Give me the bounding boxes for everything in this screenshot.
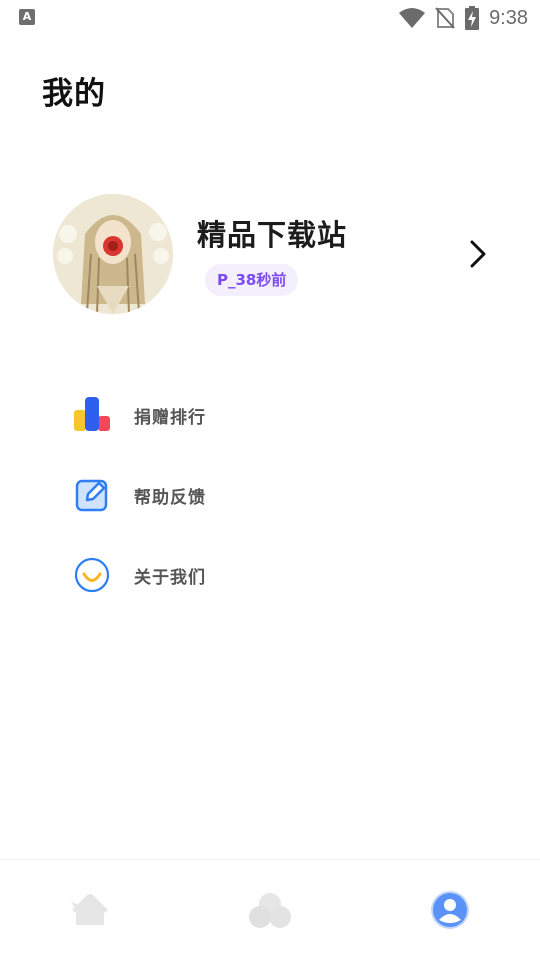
notification-app-icon: A [19, 9, 35, 25]
wifi-icon [399, 8, 426, 28]
status-time: 9:38 [489, 6, 528, 29]
page-title: 我的 [42, 76, 106, 112]
status-bar: A 9:38 [0, 0, 540, 36]
menu-item-about-us[interactable]: 关于我们 [72, 545, 492, 605]
nav-discover[interactable] [248, 888, 292, 932]
chevron-right-icon[interactable] [466, 238, 490, 270]
menu-item-label: 捐赠排行 [134, 407, 206, 428]
status-icons: 9:38 [399, 5, 528, 31]
edit-feedback-icon [72, 475, 112, 515]
profile-card[interactable]: 精品下载站 P_38秒前 [30, 180, 510, 330]
nav-home[interactable] [68, 888, 112, 932]
profile-icon [431, 891, 469, 929]
no-sim-icon [435, 7, 455, 29]
nav-profile[interactable] [428, 888, 472, 932]
menu-item-help-feedback[interactable]: 帮助反馈 [72, 465, 492, 525]
ranking-bars-icon [72, 395, 112, 435]
avatar[interactable] [53, 194, 173, 314]
home-icon [71, 894, 108, 925]
profile-tag: P_38秒前 [205, 264, 299, 296]
profile-name: 精品下载站 [197, 218, 348, 252]
smile-circle-icon [72, 555, 112, 595]
menu-item-label: 关于我们 [134, 567, 206, 588]
avatar-portrait [53, 194, 173, 314]
battery-charging-icon [465, 6, 480, 30]
discover-icon [249, 893, 291, 928]
bottom-navigation [0, 859, 540, 960]
menu-item-donation-ranking[interactable]: 捐赠排行 [72, 385, 492, 445]
menu-item-label: 帮助反馈 [134, 487, 206, 508]
